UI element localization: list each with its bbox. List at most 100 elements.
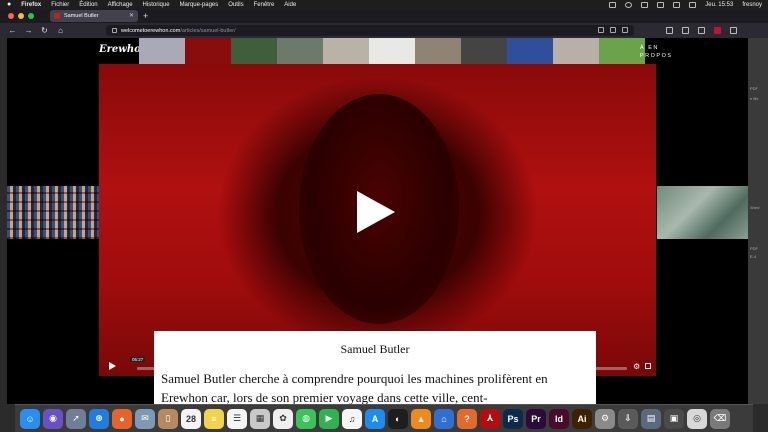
dock-photoshop-icon[interactable]: Ps (503, 408, 523, 429)
reload-button[interactable]: ↻ (40, 26, 49, 35)
side-image-left[interactable] (7, 186, 99, 239)
thumbnail-5[interactable] (323, 38, 369, 64)
url-bar[interactable]: welcometoerewhon.com/articles/samuel-but… (106, 25, 634, 36)
pocket-icon[interactable] (610, 27, 616, 33)
dock-trash-icon[interactable]: ⌫ (710, 408, 730, 429)
play-icon[interactable] (357, 191, 395, 233)
dropbox-icon[interactable] (609, 1, 617, 8)
dock-siri-icon[interactable]: ◉ (43, 408, 63, 429)
dock-reminders-icon[interactable]: ☰ (227, 408, 247, 429)
battery-icon[interactable] (673, 1, 681, 8)
menu-help[interactable]: Aide (284, 2, 296, 8)
desktop-label[interactable]: PDF (750, 246, 758, 251)
thumbnail-6[interactable] (369, 38, 415, 64)
close-window-button[interactable] (8, 13, 14, 19)
bluetooth-icon[interactable] (625, 1, 633, 8)
dock-vlc-icon[interactable]: ▲ (411, 408, 431, 429)
url-actions (598, 27, 628, 33)
volume-icon[interactable] (657, 1, 665, 8)
thumbnail-7[interactable] (415, 38, 461, 64)
menu-window[interactable]: Fenêtre (254, 2, 275, 8)
thumbnail-strip (139, 38, 645, 64)
thumbnail-10[interactable] (553, 38, 599, 64)
dock-premiere-icon[interactable]: Pr (526, 408, 546, 429)
desktop-label[interactable]: PDF (750, 86, 758, 91)
dock-music-icon[interactable]: ♫ (342, 408, 362, 429)
hamburger-menu-icon[interactable] (730, 27, 737, 34)
about-link[interactable]: À EN PROPOS (640, 44, 680, 60)
reader-view-icon[interactable] (598, 27, 604, 33)
new-tab-button[interactable]: + (143, 11, 148, 21)
dock-finder-icon[interactable]: ☺ (20, 408, 40, 429)
bookmark-star-icon[interactable] (622, 27, 628, 33)
library-icon[interactable] (666, 27, 673, 34)
menu-bar: ● Firefox Fichier Édition Affichage Hist… (0, 0, 768, 9)
thumbnail-1[interactable] (139, 38, 185, 64)
dock-dvd-icon[interactable]: ◎ (687, 408, 707, 429)
flag-icon[interactable] (689, 1, 697, 8)
dock-acrobat-icon[interactable]: ⅄ (480, 408, 500, 429)
desktop-label[interactable]: e file (750, 96, 758, 101)
url-path: /articles/samuel-butler/ (180, 27, 236, 34)
url-host: welcometoerewhon.com (121, 27, 181, 34)
menu-app-name[interactable]: Firefox (21, 2, 41, 8)
control-play-icon[interactable] (109, 361, 116, 370)
tab-close-icon[interactable]: ✕ (129, 12, 134, 19)
fullscreen-icon[interactable] (645, 363, 651, 369)
dock-indesign-icon[interactable]: Id (549, 408, 569, 429)
desktop-label[interactable]: E-4 (750, 254, 756, 259)
dock-messages-icon[interactable]: ◍ (296, 408, 316, 429)
dock-downloads-icon[interactable]: ⇩ (618, 408, 638, 429)
dock-launchpad-icon[interactable]: ➚ (66, 408, 86, 429)
menu-bookmarks[interactable]: Marque-pages (180, 2, 219, 8)
dock-firefox-icon[interactable]: ● (112, 408, 132, 429)
dock-facetime-icon[interactable]: ▶ (319, 408, 339, 429)
thumbnail-4[interactable] (277, 38, 323, 64)
dock-app-store-icon[interactable]: A (365, 408, 385, 429)
settings-gear-icon[interactable]: ⚙ (633, 363, 640, 371)
video-player[interactable]: 05:27 ⚙ (99, 64, 656, 376)
dock-vpn-icon[interactable]: ◐ (388, 408, 408, 429)
dock-screenshots-icon[interactable]: ▣ (664, 408, 684, 429)
apple-menu-icon[interactable]: ● (7, 1, 11, 8)
thumbnail-8[interactable] (461, 38, 507, 64)
menu-edit[interactable]: Édition (79, 2, 97, 8)
thumbnail-3[interactable] (231, 38, 277, 64)
dock-mail-icon[interactable]: ✉ (135, 408, 155, 429)
lock-icon[interactable] (112, 28, 117, 33)
dock-documents-icon[interactable]: ▤ (641, 408, 661, 429)
menu-file[interactable]: Fichier (51, 2, 69, 8)
side-image-right[interactable] (657, 186, 748, 239)
zoom-window-button[interactable] (28, 13, 34, 19)
dock-calendar-icon[interactable]: 28 (181, 408, 201, 429)
dock-pages-icon[interactable]: ? (457, 408, 477, 429)
dock-notes-icon[interactable]: ≡ (204, 408, 224, 429)
minimize-window-button[interactable] (18, 13, 24, 19)
dock-system-preferences-icon[interactable]: ⚙ (595, 408, 615, 429)
screenshot-icon[interactable] (698, 27, 705, 34)
sidebar-icon[interactable] (682, 27, 689, 34)
site-favicon-icon (54, 13, 60, 19)
menu-clock[interactable]: Jeu. 15:53 (705, 2, 733, 8)
extension-icon[interactable] (714, 27, 721, 34)
wifi-icon[interactable] (641, 1, 649, 8)
back-button[interactable]: ← (8, 26, 17, 35)
thumbnail-9[interactable] (507, 38, 553, 64)
tab-samuel-butler[interactable]: Samuel Butler ✕ (50, 10, 138, 22)
menu-tools[interactable]: Outils (228, 2, 243, 8)
menu-view[interactable]: Affichage (108, 2, 133, 8)
thumbnail-2[interactable] (185, 38, 231, 64)
desktop-label[interactable]: Word (750, 205, 759, 210)
dock-keynote-icon[interactable]: ⌂ (434, 408, 454, 429)
dock-contacts-icon[interactable]: ▯ (158, 408, 178, 429)
nav-bar: ← → ↻ ⌂ welcometoerewhon.com/articles/sa… (0, 23, 768, 38)
forward-button[interactable]: → (24, 26, 33, 35)
dock-photos-icon[interactable]: ✿ (273, 408, 293, 429)
dock-illustrator-icon[interactable]: Ai (572, 408, 592, 429)
menu-user[interactable]: fresnoy (742, 2, 762, 8)
dock-preview-icon[interactable]: ▦ (250, 408, 270, 429)
dock-safari-icon[interactable]: ⊕ (89, 408, 109, 429)
thumbnail-11[interactable] (599, 38, 645, 64)
home-button[interactable]: ⌂ (56, 26, 65, 35)
menu-history[interactable]: Historique (143, 2, 170, 8)
